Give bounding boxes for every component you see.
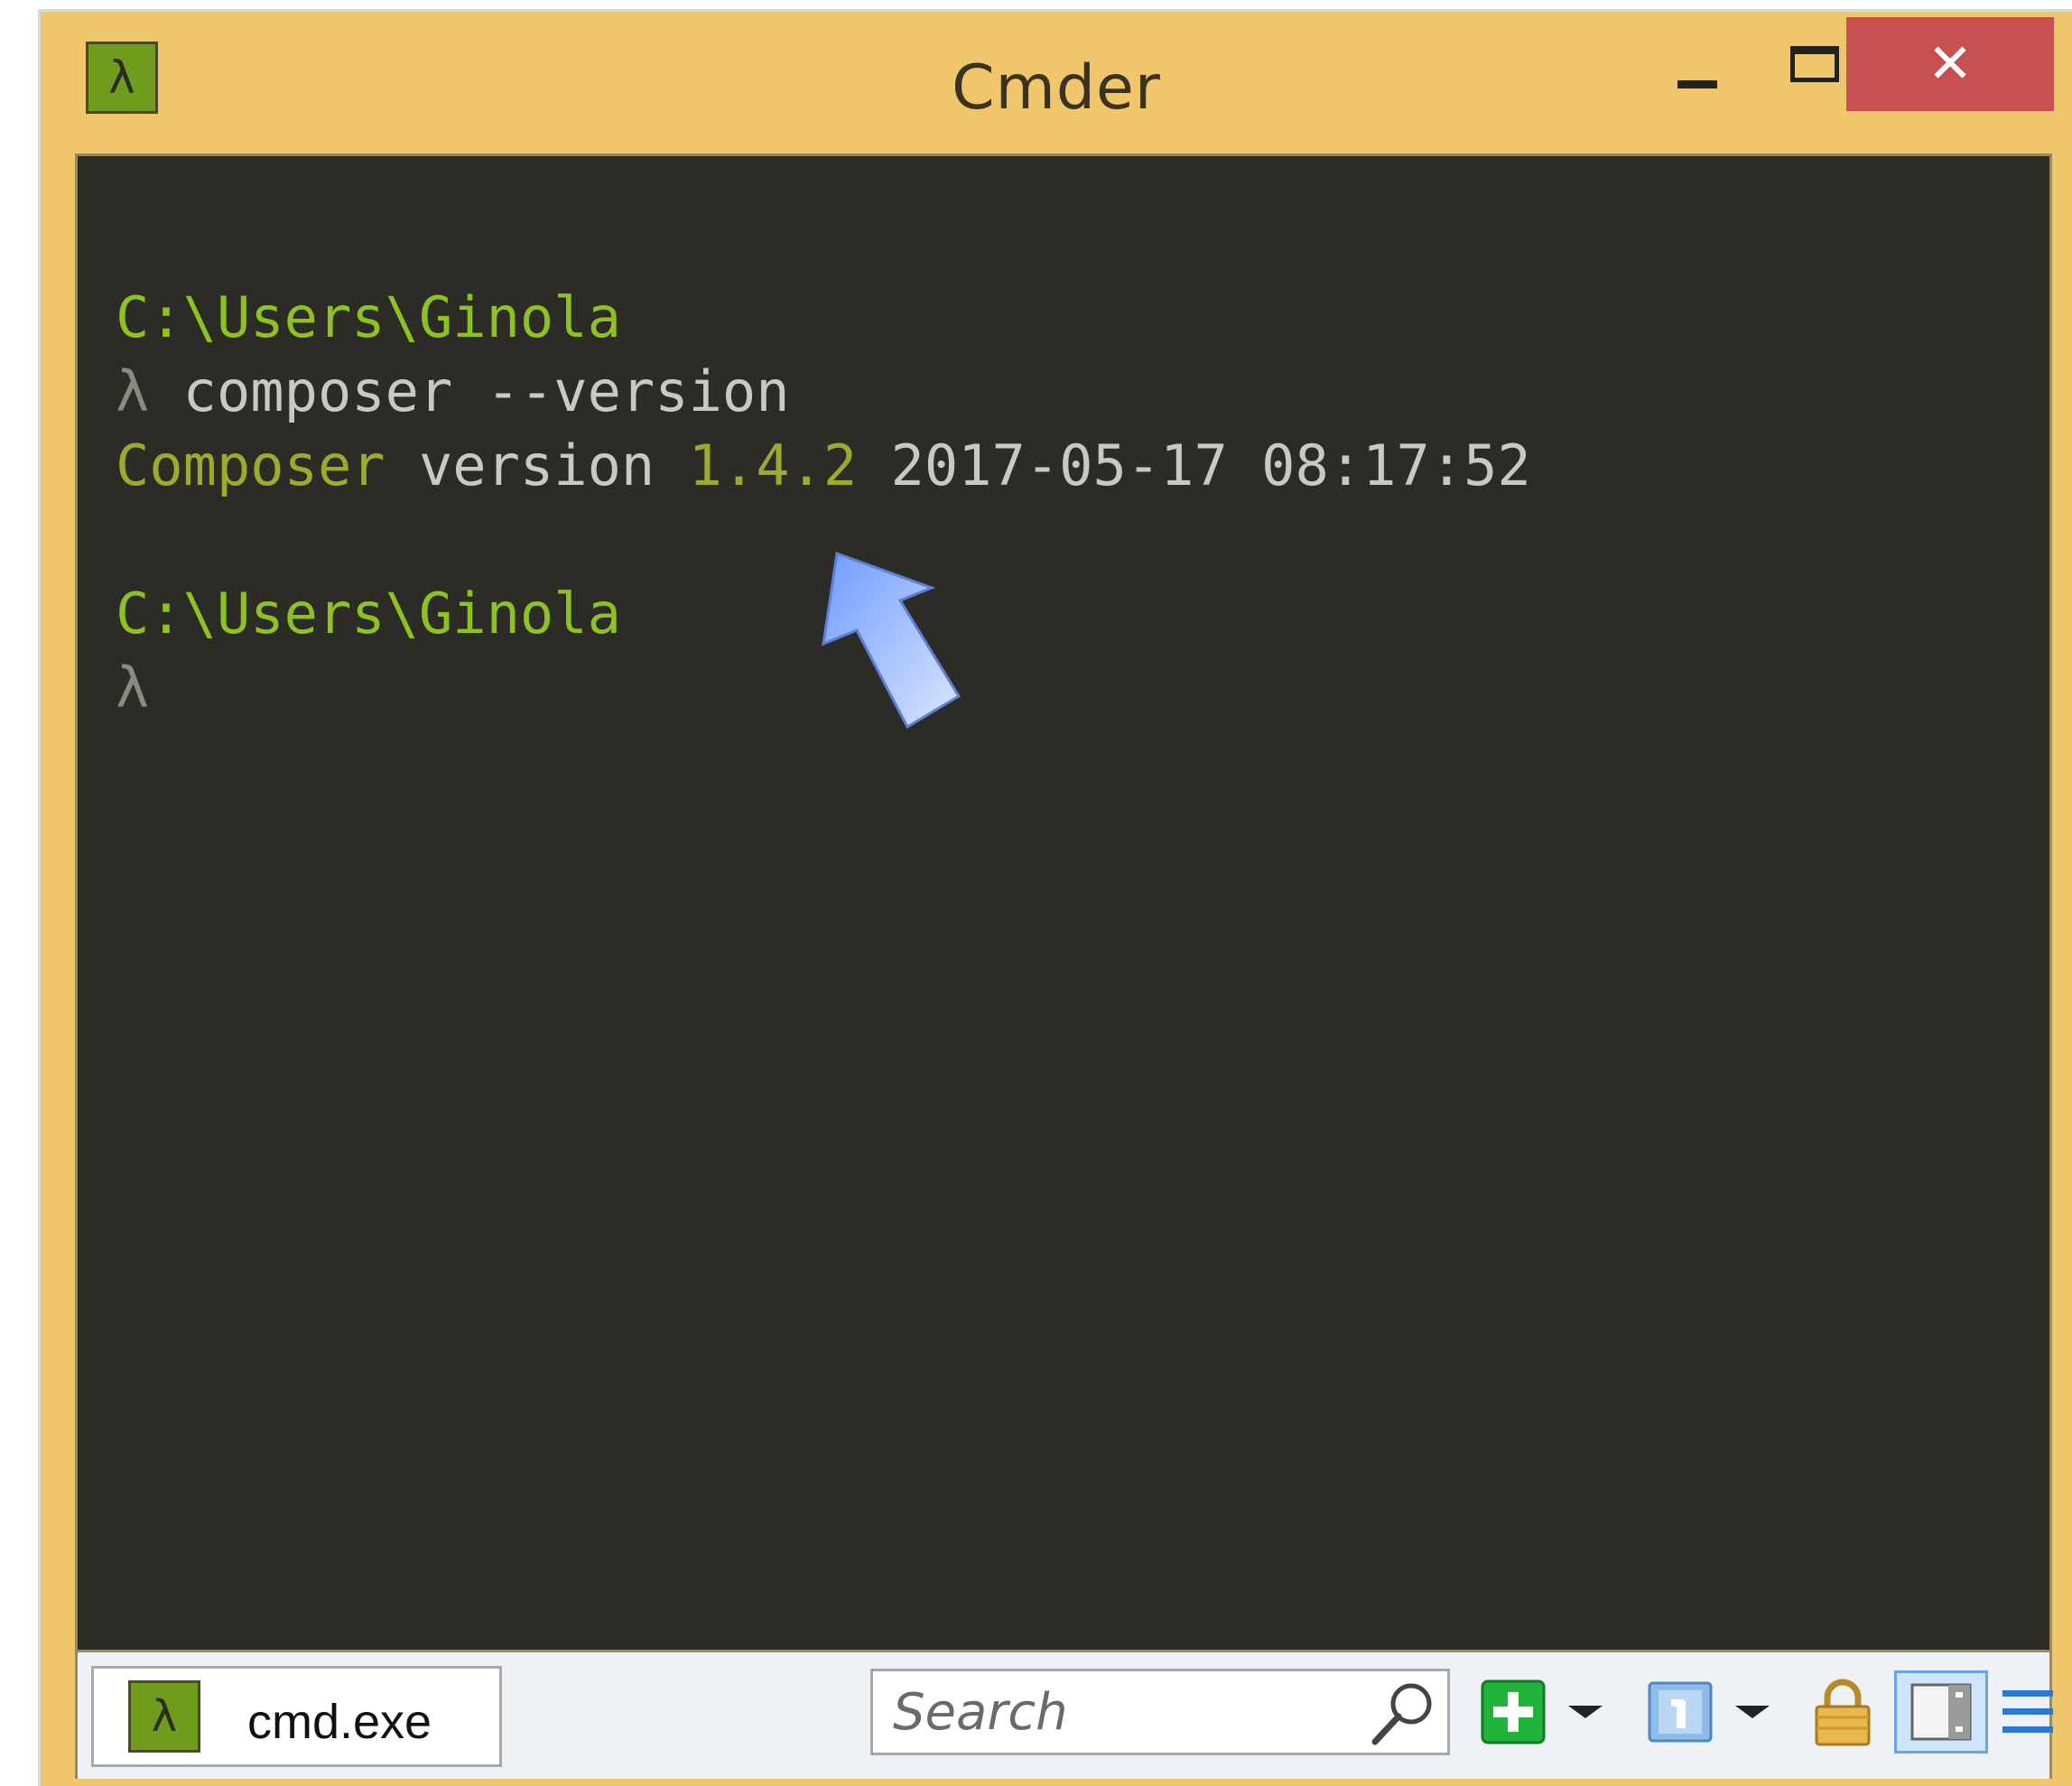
search-icon[interactable] [1368, 1679, 1438, 1749]
new-console-dropdown[interactable] [1558, 1670, 1612, 1753]
maximize-icon [1790, 46, 1839, 82]
minimize-icon [1677, 79, 1717, 88]
console-text: C:\Users\Ginola [116, 284, 621, 350]
hamburger-menu-icon [2002, 1690, 2053, 1733]
console-line: λ [116, 651, 2049, 725]
split-view-icon [1910, 1683, 1972, 1741]
tab-cmd-exe[interactable]: λ cmd.exe [91, 1666, 502, 1767]
plus-icon [1481, 1679, 1546, 1744]
console-text: 1.4.2 [688, 433, 858, 498]
console-text: λ [116, 655, 150, 721]
console-text: version [385, 433, 689, 498]
chevron-down-icon [1735, 1706, 1770, 1718]
console-text: λ [116, 358, 183, 424]
console-line: C:\Users\Ginola [116, 281, 2049, 355]
console-text: Composer [116, 433, 386, 498]
info-icon [1648, 1681, 1713, 1743]
console-line: λ composer --version [116, 355, 2049, 429]
close-button[interactable]: ✕ [1846, 17, 2054, 111]
annotation-arrow-icon [822, 551, 962, 730]
console-line: C:\Users\Ginola [116, 577, 2049, 651]
console-info-button[interactable] [1644, 1670, 1716, 1753]
status-bar: λ cmd.exe [75, 1652, 2055, 1779]
tab-lambda-icon: λ [128, 1680, 200, 1753]
search-box [870, 1669, 1450, 1755]
main-menu-button[interactable] [2001, 1670, 2055, 1753]
console-line: Composer version 1.4.2 2017-05-17 08:17:… [116, 429, 2049, 503]
console-info-dropdown[interactable] [1725, 1670, 1779, 1753]
lock-icon [1815, 1679, 1871, 1746]
tab-label: cmd.exe [247, 1695, 432, 1749]
console-text: C:\Users\Ginola [116, 581, 621, 646]
console-text: composer --version [182, 358, 790, 424]
chevron-down-icon [1568, 1706, 1603, 1718]
split-view-button[interactable] [1894, 1670, 1988, 1753]
minimize-button[interactable] [1643, 39, 1751, 111]
lock-button[interactable] [1807, 1670, 1879, 1753]
new-console-button[interactable] [1477, 1670, 1549, 1753]
console-text: 2017-05-17 08:17:52 [857, 433, 1531, 498]
console-output[interactable]: C:\Users\Ginola λ composer --version Compo… [75, 153, 2052, 1652]
search-input[interactable] [873, 1671, 1361, 1753]
cmder-window: λ Cmder ✕ C:\Users\Ginola λ composer --ve… [38, 9, 2072, 1786]
close-icon: ✕ [1927, 33, 1974, 96]
